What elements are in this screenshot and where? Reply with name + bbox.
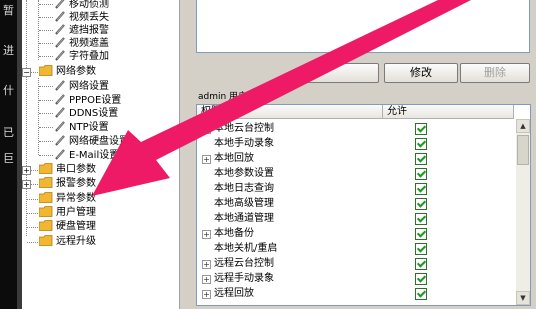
annotation-arrow-icon	[92, 0, 471, 196]
